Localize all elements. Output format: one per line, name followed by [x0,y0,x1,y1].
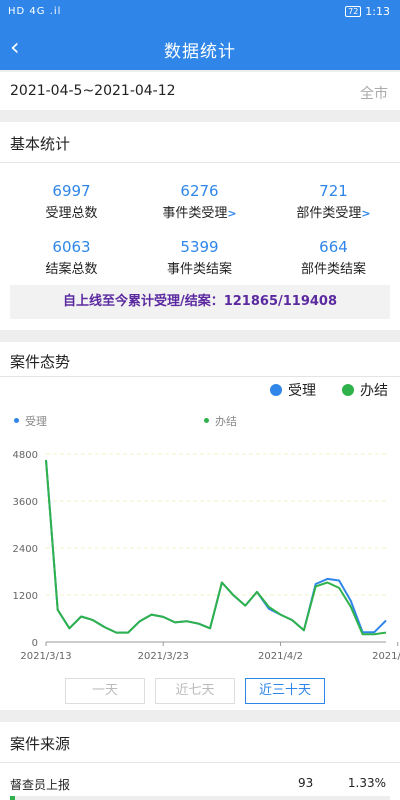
stat-event-accepted[interactable]: 6276 事件类受理> [133,182,266,221]
y-tick-label: 1200 [13,591,38,602]
status-right: 72 1:13 [345,5,390,18]
y-tick-label: 4800 [13,450,38,461]
legend-label: 受理 [288,383,316,399]
x-tick-label: 2021/3/13 [20,651,71,662]
case-source-section: 案件来源 督查员上报 93 1.33% [0,722,400,800]
stat-total-accepted: 6997 受理总数 [5,182,138,221]
section-title: 案件来源 [10,735,71,753]
stat-component-accepted[interactable]: 721 部件类受理> [267,182,400,221]
basic-stats-section: 基本统计 6997 受理总数 6276 事件类受理> 721 部件类受理> 60… [0,122,400,330]
stat-label: 部件类结案 [300,262,366,277]
nav-bar: ‹ 数据统计 [0,26,400,70]
section-title: 案件态势 [10,353,71,371]
source-progress-bar [10,796,16,800]
stat-event-closed: 5399 事件类结案 [133,238,266,277]
chevron-right-icon: > [227,207,237,220]
legend-dot-icon [14,418,19,423]
trend-chart[interactable]: 0 1200 2400 3600 4800 2021/3/13 2021/3/23 2021/… [0,442,400,667]
stat-value: 664 [319,238,348,256]
source-row: 督查员上报 93 1.33% [0,774,400,800]
legend-dot-icon [342,384,354,396]
legend-item-accepted[interactable]: 受理 [270,380,316,400]
stat-label: 部件类受理 [296,206,362,221]
date-range-picker[interactable]: 2021-04-5~2021-04-12 [10,83,176,99]
source-count: 93 [298,776,314,790]
stat-total-closed: 6063 结案总数 [5,238,138,277]
chart-legend-accepted: 受理 [14,413,47,429]
status-bar: HD 4G .il 72 1:13 [0,0,400,26]
range-button-thirty-days[interactable]: 近三十天 [245,678,325,704]
series-line-closed [45,459,387,636]
section-title: 基本统计 [10,135,71,153]
x-tick-label: 2021/3/23 [138,651,189,662]
stat-label: 受理总数 [45,206,98,221]
range-button-one-day[interactable]: 一天 [65,678,145,704]
region-selector[interactable]: 全市 [360,83,388,103]
stat-value: 6063 [52,238,91,256]
divider [0,162,400,163]
divider [0,762,400,763]
trend-section: 案件态势 受理 办结 受理 办结 0 1200 2400 3600 4800 2021/3… [0,342,400,710]
legend-label: 受理 [25,415,47,428]
source-progress-track [10,796,390,800]
chart-legend-closed: 办结 [204,413,237,429]
legend-dot-icon [204,418,209,423]
stat-value: 5399 [180,238,219,256]
clock: 1:13 [365,5,390,18]
battery-icon: 72 [345,6,362,17]
legend-item-closed[interactable]: 办结 [342,380,388,400]
signal-icon: HD 4G .il [8,6,62,17]
filter-row: 2021-04-5~2021-04-12 全市 [0,72,400,110]
y-tick-label: 3600 [13,497,38,508]
y-tick-label: 2400 [13,544,38,555]
legend-label: 办结 [360,383,388,399]
stat-value: 6276 [180,182,219,200]
legend-dot-icon [270,384,282,396]
stat-value: 6997 [52,182,91,200]
cumulative-banner: 自上线至今累计受理/结案：121865/119408 [10,285,390,319]
stat-label: 事件类受理 [162,206,228,221]
chevron-right-icon: > [361,207,371,220]
stat-value: 721 [319,182,348,200]
range-button-seven-days[interactable]: 近七天 [155,678,235,704]
y-tick-label: 0 [32,638,38,649]
x-tick-label: 2021/4/2 [258,651,303,662]
stat-component-closed: 664 部件类结案 [267,238,400,277]
x-tick-label: 2021/4/12 [372,651,400,662]
divider [0,376,400,377]
page-title: 数据统计 [164,42,236,62]
source-name: 督查员上报 [10,778,71,792]
stat-label: 结案总数 [45,262,98,277]
source-percent: 1.33% [347,776,386,790]
stat-label: 事件类结案 [166,262,232,277]
legend-label: 办结 [215,415,237,428]
